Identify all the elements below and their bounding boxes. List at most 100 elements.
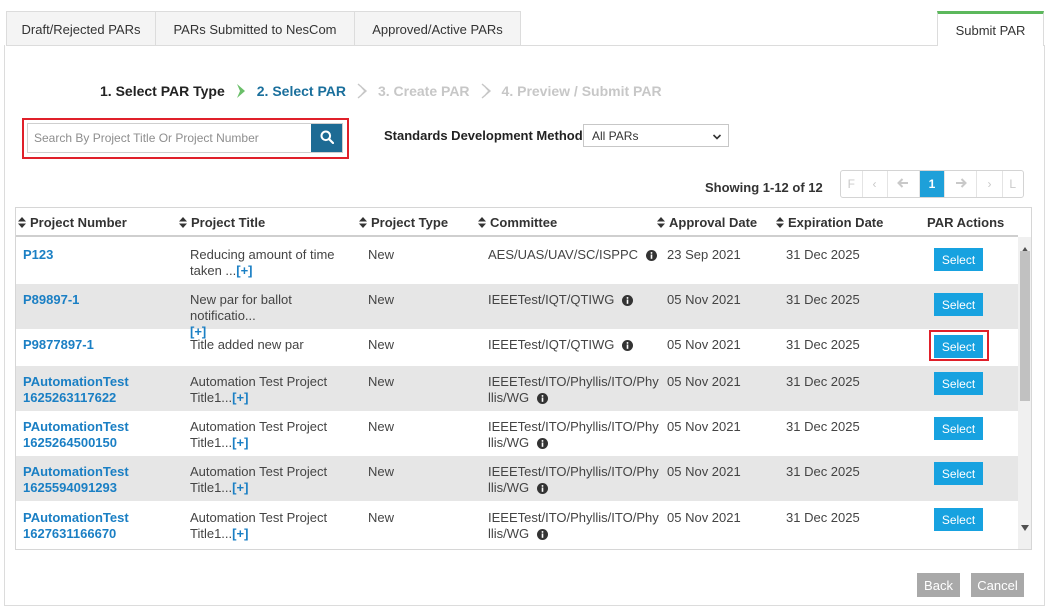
chevron-right-icon (356, 83, 368, 99)
expand-title-link[interactable]: [+] (236, 263, 252, 278)
tab-label: Approved/Active PARs (372, 21, 503, 37)
select-button[interactable]: Select (934, 372, 983, 395)
col-project-type[interactable]: Project Type (359, 208, 448, 237)
col-project-number[interactable]: Project Number (18, 208, 127, 237)
page-next-small-button[interactable]: › (977, 171, 1003, 197)
col-approval-date[interactable]: Approval Date (657, 208, 757, 237)
sdm-select[interactable]: All PARs (583, 124, 729, 147)
col-label: Project Number (30, 215, 127, 230)
project-title: Automation Test Project Title1...[+] (190, 419, 335, 451)
project-number-link[interactable]: PAutomationTest1625263117622 (23, 374, 133, 406)
scrollbar-thumb[interactable] (1020, 251, 1030, 401)
expand-title-link[interactable]: [+] (232, 526, 248, 541)
select-button[interactable]: Select (934, 293, 983, 316)
approval-date: 05 Nov 2021 (667, 374, 741, 389)
select-button[interactable]: Select (934, 335, 983, 358)
col-expiration-date[interactable]: Expiration Date (776, 208, 883, 237)
committee-text: AES/UAS/UAV/SC/ISPPC (488, 247, 639, 262)
page-last-button[interactable]: L (1003, 171, 1024, 197)
sort-icon (776, 217, 784, 228)
approval-date: 05 Nov 2021 (667, 337, 741, 352)
committee: IEEETest/IQT/QTIWG (488, 292, 663, 310)
tab-approved-active-pars[interactable]: Approved/Active PARs (354, 11, 521, 46)
page-next-button[interactable] (945, 171, 978, 197)
col-par-actions: PAR Actions (927, 208, 1004, 237)
expand-title-link[interactable]: [+] (232, 480, 248, 495)
wizard-step-select-par-type[interactable]: 1. Select PAR Type (100, 83, 225, 99)
committee: IEEETest/ITO/Phyllis/ITO/Phyllis/WG (488, 510, 660, 544)
info-icon[interactable] (622, 294, 634, 310)
search-button[interactable] (311, 124, 342, 152)
project-number-link[interactable]: P9877897-1 (23, 337, 173, 353)
sdm-label: Standards Development Method: (384, 127, 587, 143)
tab-label: PARs Submitted to NesCom (173, 21, 337, 37)
select-button[interactable]: Select (934, 508, 983, 531)
project-title: Reducing amount of time taken ...[+] (190, 247, 360, 279)
project-number-link[interactable]: PAutomationTest1625594091293 (23, 464, 133, 496)
search-icon (320, 130, 334, 147)
search-box (27, 123, 343, 153)
select-button[interactable]: Select (934, 462, 983, 485)
select-button[interactable]: Select (934, 248, 983, 271)
wizard-step-preview-submit-par: 4. Preview / Submit PAR (501, 83, 662, 99)
col-label: Committee (490, 215, 558, 230)
info-icon[interactable] (537, 437, 549, 453)
col-committee[interactable]: Committee (478, 208, 557, 237)
page-1-button[interactable]: 1 (919, 171, 946, 197)
committee-text: IEEETest/ITO/Phyllis/ITO/Phyllis/WG (488, 374, 659, 405)
project-title-text: Automation Test Project Title1... (190, 464, 328, 495)
project-number-link[interactable]: P123 (23, 247, 173, 263)
cancel-button[interactable]: Cancel (971, 573, 1024, 597)
project-title-text: Automation Test Project Title1... (190, 419, 328, 450)
table-row: PAutomationTest1627631166670 Automation … (16, 502, 1018, 547)
info-icon[interactable] (537, 392, 549, 408)
info-icon[interactable] (646, 249, 658, 265)
project-type: New (368, 374, 395, 389)
tab-label: Draft/Rejected PARs (21, 21, 141, 37)
project-title: Title added new par (190, 337, 304, 352)
table-row: P9877897-1 Title added new par New IEEET… (16, 329, 1018, 366)
project-number-link[interactable]: PAutomationTest1627631166670 (23, 510, 133, 542)
wizard-step-create-par: 3. Create PAR (377, 83, 470, 99)
project-type: New (368, 337, 395, 352)
project-type: New (368, 419, 395, 434)
par-table: Project Number Project Title Project Typ… (15, 207, 1032, 550)
col-project-title[interactable]: Project Title (179, 208, 265, 237)
info-icon[interactable] (622, 339, 634, 355)
scroll-down-icon[interactable] (1021, 519, 1029, 534)
info-icon[interactable] (537, 528, 549, 544)
project-number-link[interactable]: PAutomationTest1625264500150 (23, 419, 133, 451)
chevron-right-icon (480, 83, 492, 99)
col-label: PAR Actions (927, 215, 1005, 230)
page-prev-small-button[interactable]: ‹ (863, 171, 888, 197)
chevron-right-icon (235, 83, 247, 99)
expand-title-link[interactable]: [+] (232, 435, 248, 450)
tab-pars-submitted-to-nescom[interactable]: PARs Submitted to NesCom (155, 11, 355, 46)
col-label: Approval Date (669, 215, 758, 230)
sort-icon (478, 217, 486, 228)
tab-label: Submit PAR (955, 22, 1026, 38)
back-button[interactable]: Back (917, 573, 960, 597)
page-prev-button[interactable] (888, 171, 920, 197)
project-title-text: Automation Test Project Title1... (190, 374, 328, 405)
committee: IEEETest/ITO/Phyllis/ITO/Phyllis/WG (488, 464, 660, 498)
select-button[interactable]: Select (934, 417, 983, 440)
sdm-selected-value: All PARs (592, 128, 639, 143)
tab-draft-rejected-pars[interactable]: Draft/Rejected PARs (6, 11, 156, 46)
committee: AES/UAS/UAV/SC/ISPPC (488, 247, 663, 265)
expand-title-link[interactable]: [+] (232, 390, 248, 405)
tab-submit-par[interactable]: Submit PAR (937, 11, 1044, 46)
page-first-button[interactable]: F (841, 171, 863, 197)
table-row: PAutomationTest1625594091293 Automation … (16, 456, 1018, 501)
sort-icon (657, 217, 665, 228)
approval-date: 05 Nov 2021 (667, 292, 741, 307)
expiration-date: 31 Dec 2025 (786, 419, 860, 434)
committee-text: IEEETest/ITO/Phyllis/ITO/Phyllis/WG (488, 510, 659, 541)
wizard-step-select-par: 2. Select PAR (256, 83, 346, 99)
table-scrollbar[interactable] (1018, 237, 1031, 549)
expiration-date: 31 Dec 2025 (786, 374, 860, 389)
project-number-link[interactable]: P89897-1 (23, 292, 173, 308)
info-icon[interactable] (537, 482, 549, 498)
search-input[interactable] (28, 124, 311, 152)
showing-count: Showing 1-12 of 12 (705, 179, 823, 195)
